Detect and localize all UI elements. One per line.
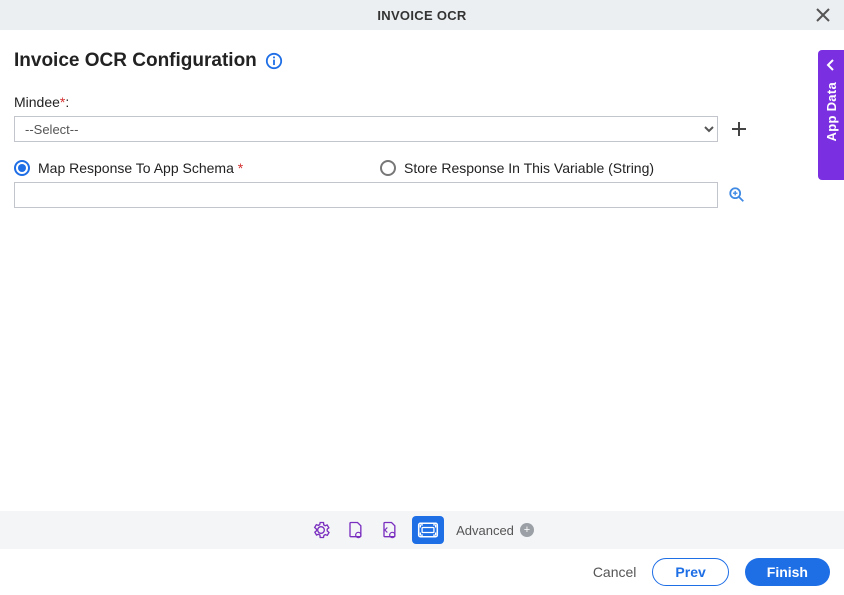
app-data-side-tab[interactable]: App Data xyxy=(818,50,844,180)
document-gear-icon xyxy=(345,520,365,540)
radio-map-response-input[interactable] xyxy=(14,160,30,176)
info-icon[interactable] xyxy=(265,52,283,70)
footer-bar: Cancel Prev Finish xyxy=(0,549,844,595)
step-ocr-button[interactable] xyxy=(412,516,444,544)
title-bar: INVOICE OCR xyxy=(0,0,844,30)
magnifier-icon xyxy=(728,186,746,204)
mindee-select[interactable]: --Select-- xyxy=(14,116,718,142)
close-icon xyxy=(816,8,830,22)
mindee-field: Mindee*: --Select-- xyxy=(14,94,830,142)
app-data-label: App Data xyxy=(824,82,839,141)
mindee-label: Mindee*: xyxy=(14,94,69,110)
page-title: Invoice OCR Configuration xyxy=(14,50,257,72)
chevron-left-icon xyxy=(825,58,837,74)
radio-map-response-label: Map Response To App Schema * xyxy=(38,160,243,176)
plus-circle-icon: + xyxy=(520,523,534,537)
step-export-button[interactable] xyxy=(378,519,400,541)
document-arrow-icon xyxy=(379,520,399,540)
page-title-row: Invoice OCR Configuration xyxy=(14,50,830,72)
schema-mapping-input[interactable] xyxy=(14,182,718,208)
schema-lookup-button[interactable] xyxy=(728,186,746,204)
advanced-label: Advanced xyxy=(456,523,514,538)
close-button[interactable] xyxy=(812,4,834,26)
config-panel: Invoice OCR Configuration Mindee*: --Sel… xyxy=(0,30,844,208)
ocr-icon xyxy=(417,521,439,539)
advanced-toggle[interactable]: Advanced + xyxy=(456,523,534,538)
radio-store-variable-label: Store Response In This Variable (String) xyxy=(404,160,654,176)
radio-store-variable-input[interactable] xyxy=(380,160,396,176)
step-settings-button[interactable] xyxy=(310,519,332,541)
radio-map-response[interactable]: Map Response To App Schema * xyxy=(14,160,370,176)
gear-icon xyxy=(311,520,331,540)
mapping-row xyxy=(14,182,830,208)
step-document-button[interactable] xyxy=(344,519,366,541)
add-connection-button[interactable] xyxy=(728,118,750,140)
window-title: INVOICE OCR xyxy=(377,8,466,23)
radio-store-variable[interactable]: Store Response In This Variable (String) xyxy=(380,160,830,176)
finish-button[interactable]: Finish xyxy=(745,558,830,586)
plus-icon xyxy=(730,120,748,138)
step-toolbar: Advanced + xyxy=(0,511,844,549)
response-handling-radio-group: Map Response To App Schema * Store Respo… xyxy=(14,160,830,176)
cancel-button[interactable]: Cancel xyxy=(593,564,637,580)
prev-button[interactable]: Prev xyxy=(652,558,728,586)
